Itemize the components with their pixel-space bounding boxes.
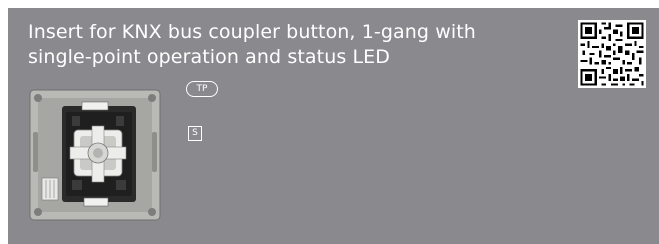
product-photo xyxy=(24,80,172,228)
title-line-1: Insert for KNX bus coupler button, 1-gan… xyxy=(28,21,476,43)
s-badge-icon: S xyxy=(188,126,202,141)
product-panel: Insert for KNX bus coupler button, 1-gan… xyxy=(8,8,659,244)
qr-code-icon[interactable] xyxy=(578,20,646,88)
tp-badge-icon: TP xyxy=(186,81,218,97)
product-title: Insert for KNX bus coupler button, 1-gan… xyxy=(28,20,548,70)
title-line-2: single-point operation and status LED xyxy=(28,46,390,68)
